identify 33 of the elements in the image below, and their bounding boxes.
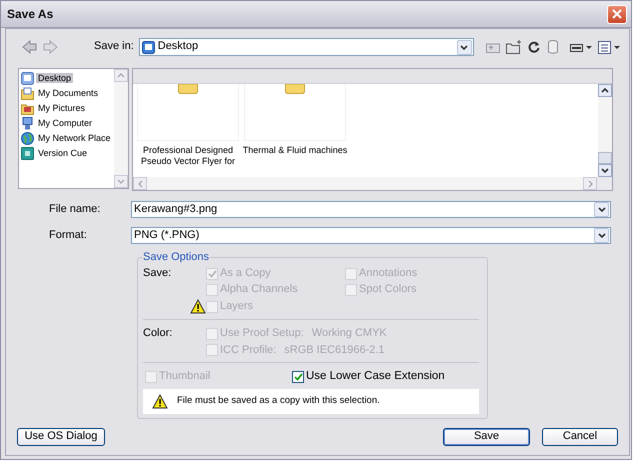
window-title: Save As	[7, 6, 54, 22]
checkbox-label: Spot Colors	[359, 283, 416, 296]
group-title: Save Options	[142, 251, 210, 264]
dialog-button[interactable]: Cancel	[542, 428, 618, 446]
dialog-button[interactable]: Save	[443, 428, 530, 446]
profile-name: Working CMYK	[312, 327, 387, 341]
place-item[interactable]: My Documents	[21, 86, 114, 100]
color-label: Color:	[143, 327, 174, 341]
checkbox-label: Thumbnail	[159, 370, 210, 384]
checkbox-label: Use Proof Setup:	[220, 327, 304, 341]
save-in-label: Save in:	[94, 40, 134, 54]
dialog-button[interactable]: Use OS Dialog	[17, 428, 105, 446]
place-item[interactable]: My Computer	[21, 116, 114, 130]
place-item[interactable]: My Pictures	[21, 101, 114, 115]
message-text: File must be saved as a copy with this selection.	[177, 395, 380, 407]
checkbox-label: As a Copy	[220, 267, 271, 280]
file-name-field[interactable]: Kerawang#3.png	[131, 201, 611, 218]
checkbox-label: Annotations	[359, 267, 418, 280]
place-item[interactable]: Desktop	[21, 71, 114, 85]
location-dropdown[interactable]: Desktop	[138, 38, 474, 56]
file-name[interactable]: Thermal & Fluid machines	[242, 145, 348, 156]
file-name-label: File name:	[49, 202, 102, 216]
checkbox-label: Layers	[220, 300, 254, 314]
save-label: Save:	[143, 267, 172, 280]
profile-name: sRGB IEC61966-2.1	[284, 344, 385, 357]
place-item[interactable]: Version Cue	[21, 146, 114, 160]
file-name[interactable]: Professional Designed Pseudo Vector Flyer for	[140, 145, 236, 167]
format-dropdown[interactable]: PNG (*.PNG)	[131, 227, 611, 244]
checkbox-label: Use Lower Case Extension	[306, 370, 445, 384]
format-label: Format:	[49, 228, 88, 242]
checkbox-label: ICC Profile:	[220, 344, 276, 357]
checkbox-label: Alpha Channels	[220, 283, 298, 296]
place-item[interactable]: My Network Place	[21, 131, 114, 145]
